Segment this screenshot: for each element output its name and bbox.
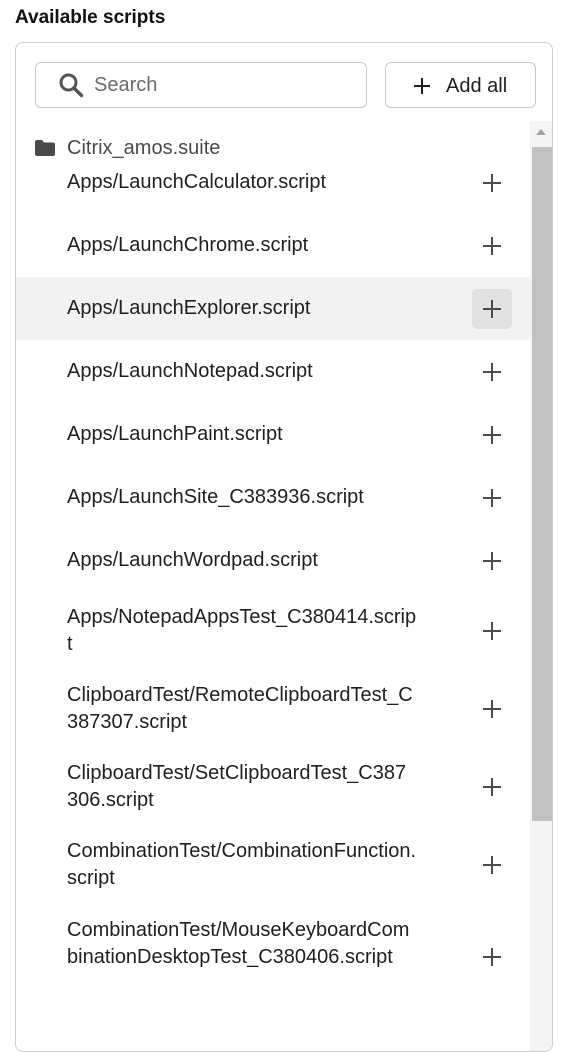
- section-heading: Available scripts: [15, 7, 166, 28]
- add-script-button[interactable]: [472, 689, 512, 729]
- add-script-button[interactable]: [472, 937, 512, 977]
- plus-icon: [483, 174, 501, 192]
- plus-icon: [483, 363, 501, 381]
- scrollbar[interactable]: [530, 121, 552, 1051]
- search-input[interactable]: [94, 69, 354, 101]
- script-label: CombinationTest/MouseKeyboardCombination…: [67, 919, 410, 968]
- plus-icon: [483, 948, 501, 966]
- script-label: CombinationTest/CombinationFunction.scri…: [67, 840, 417, 889]
- available-scripts-panel: Add all Citrix_amos.suite Apps/LaunchCal…: [15, 42, 553, 1052]
- add-script-button[interactable]: [472, 611, 512, 651]
- add-script-button[interactable]: [472, 478, 512, 518]
- script-row[interactable]: ClipboardTest/SetClipboardTest_C387306.s…: [16, 748, 530, 826]
- script-label: Apps/LaunchSite_C383936.script: [67, 486, 364, 508]
- script-list: Citrix_amos.suite Apps/LaunchCalculator.…: [16, 121, 530, 1051]
- add-script-button[interactable]: [472, 289, 512, 329]
- search-box[interactable]: [35, 62, 367, 108]
- script-row[interactable]: Apps/LaunchWordpad.script: [16, 529, 530, 592]
- script-label: Apps/LaunchNotepad.script: [67, 360, 313, 382]
- add-script-button[interactable]: [472, 415, 512, 455]
- add-script-button[interactable]: [472, 352, 512, 392]
- add-script-button[interactable]: [472, 767, 512, 807]
- add-all-button[interactable]: Add all: [385, 62, 536, 108]
- add-script-button[interactable]: [472, 845, 512, 885]
- script-row[interactable]: Apps/LaunchChrome.script: [16, 214, 530, 277]
- script-row[interactable]: Apps/LaunchExplorer.script: [16, 277, 530, 340]
- plus-icon: [414, 78, 430, 94]
- script-row[interactable]: Apps/NotepadAppsTest_C380414.script: [16, 592, 530, 670]
- search-icon: [59, 73, 84, 98]
- plus-icon: [483, 778, 501, 796]
- script-row[interactable]: Apps/LaunchNotepad.script: [16, 340, 530, 403]
- add-script-button[interactable]: [472, 541, 512, 581]
- plus-icon: [483, 552, 501, 570]
- plus-icon: [483, 300, 501, 318]
- plus-icon: [483, 856, 501, 874]
- add-script-button[interactable]: [472, 163, 512, 203]
- script-row[interactable]: Apps/LaunchPaint.script: [16, 403, 530, 466]
- plus-icon: [483, 426, 501, 444]
- script-label: ClipboardTest/RemoteClipboardTest_C38730…: [67, 684, 413, 733]
- plus-icon: [483, 622, 501, 640]
- script-row[interactable]: Apps/LaunchSite_C383936.script: [16, 466, 530, 529]
- script-label: Apps/LaunchExplorer.script: [67, 297, 311, 319]
- script-label: Apps/LaunchChrome.script: [67, 234, 309, 256]
- script-label: Apps/LaunchWordpad.script: [67, 549, 318, 571]
- add-script-button[interactable]: [472, 226, 512, 266]
- scrollbar-thumb[interactable]: [532, 147, 552, 821]
- scroll-up-arrow-icon[interactable]: [534, 127, 548, 137]
- script-label: ClipboardTest/SetClipboardTest_C387306.s…: [67, 762, 407, 811]
- add-all-label: Add all: [446, 75, 508, 97]
- script-row[interactable]: CombinationTest/CombinationFunction.scri…: [16, 826, 530, 904]
- script-label: Apps/LaunchPaint.script: [67, 423, 283, 445]
- script-row[interactable]: ClipboardTest/RemoteClipboardTest_C38730…: [16, 670, 530, 748]
- plus-icon: [483, 489, 501, 507]
- plus-icon: [483, 700, 501, 718]
- plus-icon: [483, 237, 501, 255]
- script-row[interactable]: Apps/LaunchCalculator.script: [16, 151, 530, 214]
- script-row[interactable]: CombinationTest/MouseKeyboardCombination…: [16, 904, 530, 1010]
- script-label: Apps/LaunchCalculator.script: [67, 171, 327, 193]
- script-label: Apps/NotepadAppsTest_C380414.script: [67, 606, 417, 655]
